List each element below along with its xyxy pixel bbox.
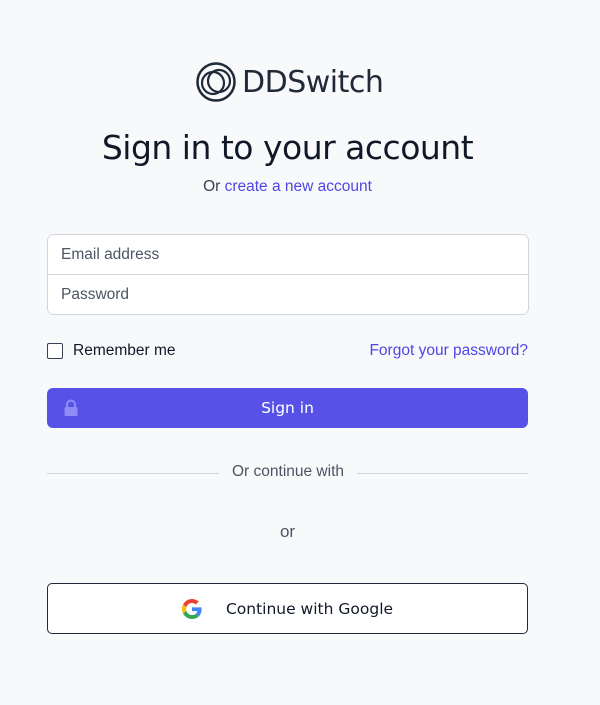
- google-sign-in-button[interactable]: Continue with Google: [47, 583, 528, 634]
- email-field[interactable]: [48, 235, 528, 274]
- sign-in-label: Sign in: [261, 399, 314, 417]
- or-label: or: [279, 522, 296, 541]
- lock-icon: [64, 399, 78, 416]
- credentials-group: [47, 234, 529, 315]
- remember-me-checkbox[interactable]: [47, 343, 63, 359]
- logo-rings-icon: [196, 62, 236, 102]
- remember-me-label[interactable]: Remember me: [73, 342, 176, 360]
- create-account-link[interactable]: create a new account: [225, 178, 372, 195]
- signup-prompt: Or create a new account: [0, 178, 575, 196]
- continue-with-label: Or continue with: [219, 463, 357, 481]
- signup-prompt-prefix: Or: [203, 178, 221, 195]
- forgot-password-link[interactable]: Forgot your password?: [369, 342, 528, 360]
- remember-me[interactable]: Remember me: [47, 342, 176, 360]
- brand-logo: DDSwitch: [196, 60, 384, 104]
- sign-in-button[interactable]: Sign in: [47, 388, 528, 428]
- google-icon: [181, 598, 202, 619]
- google-sign-in-label: Continue with Google: [225, 599, 394, 618]
- page-title: Sign in to your account: [101, 128, 474, 167]
- brand-name: DDSwitch: [242, 64, 384, 100]
- password-field[interactable]: [48, 275, 528, 314]
